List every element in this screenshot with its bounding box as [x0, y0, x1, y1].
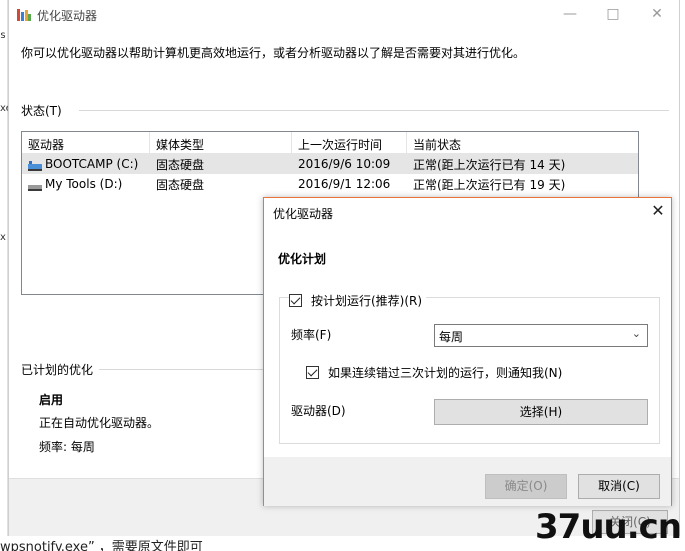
background-fragment: 7s: [0, 30, 6, 41]
run-on-schedule-label: 按计划运行(推荐)(R): [311, 294, 423, 308]
drives-label: 驱动器(D): [291, 404, 346, 418]
column-header-status[interactable]: 当前状态: [407, 132, 637, 153]
site-watermark: 37uu.cn: [535, 507, 682, 547]
notify-checkbox[interactable]: 如果连续错过三次计划的运行，则通知我(N): [306, 364, 567, 381]
divider: [99, 369, 269, 370]
optimization-schedule-dialog: 优化驱动器 ✕ 优化计划 按计划运行(推荐)(R) 频率(F) 每周 ⌄ 如果连…: [263, 197, 672, 506]
schedule-frequency: 频率: 每周: [39, 440, 95, 454]
schedule-description: 正在自动优化驱动器。: [39, 416, 160, 430]
background-fragment: ex: [0, 232, 6, 243]
notify-label: 如果连续错过三次计划的运行，则通知我(N): [328, 366, 563, 380]
column-header-media-type[interactable]: 媒体类型: [150, 132, 292, 153]
current-status: 正常(距上次运行已有 19 天): [413, 177, 566, 192]
last-run: 2016/9/1 12:06: [298, 177, 391, 191]
list-header: 驱动器 媒体类型 上一次运行时间 当前状态: [22, 132, 638, 154]
schedule-status: 启用: [39, 393, 64, 407]
windows-drive-icon: [28, 160, 42, 171]
last-run: 2016/9/6 10:09: [298, 157, 391, 171]
minimize-icon[interactable]: —: [559, 4, 581, 24]
close-icon[interactable]: ✕: [648, 201, 668, 220]
frequency-label: 频率(F): [291, 328, 332, 342]
media-type: 固态硬盘: [156, 177, 205, 192]
background-document-edge: 7s exe ex: [0, 0, 12, 551]
current-status: 正常(距上次运行已有 14 天): [413, 157, 566, 172]
checkbox-checked-icon[interactable]: [289, 294, 302, 307]
ok-button[interactable]: 确定(O): [485, 474, 567, 499]
window-title: 优化驱动器: [37, 9, 98, 23]
choose-drives-button[interactable]: 选择(H): [434, 399, 648, 425]
column-header-drive[interactable]: 驱动器: [22, 132, 150, 153]
dialog-heading: 优化计划: [278, 252, 327, 266]
media-type: 固态硬盘: [156, 157, 205, 172]
checkbox-checked-icon[interactable]: [306, 366, 319, 379]
intro-text: 你可以优化驱动器以帮助计算机更高效地运行，或者分析驱动器以了解是否需要对其进行优…: [21, 46, 526, 60]
table-row[interactable]: My Tools (D:) 固态硬盘 2016/9/1 12:06 正常(距上次…: [22, 174, 638, 194]
defrag-app-icon: [17, 9, 31, 21]
drive-name: BOOTCAMP (C:): [45, 157, 139, 171]
scheduled-optimization-label: 已计划的优化: [21, 363, 94, 377]
chevron-down-icon: ⌄: [631, 327, 641, 340]
divider: [79, 110, 669, 111]
column-header-last-run[interactable]: 上一次运行时间: [292, 132, 407, 153]
cancel-button[interactable]: 取消(C): [578, 474, 660, 499]
dialog-title: 优化驱动器: [273, 207, 334, 221]
table-row[interactable]: BOOTCAMP (C:) 固态硬盘 2016/9/6 10:09 正常(距上次…: [22, 154, 638, 174]
background-text: wpsnotify.exe” ，需要原文件即可: [0, 540, 203, 551]
drive-name: My Tools (D:): [45, 177, 123, 191]
frequency-select[interactable]: 每周 ⌄: [434, 324, 648, 347]
title-bar[interactable]: 优化驱动器 — □ ✕: [9, 0, 679, 30]
status-group-label: 状态(T): [21, 104, 62, 118]
frequency-value: 每周: [439, 330, 464, 344]
close-icon[interactable]: ✕: [646, 4, 668, 24]
drive-icon: [28, 180, 42, 191]
maximize-icon[interactable]: □: [602, 4, 624, 24]
run-on-schedule-checkbox[interactable]: 按计划运行(推荐)(R): [289, 292, 427, 309]
